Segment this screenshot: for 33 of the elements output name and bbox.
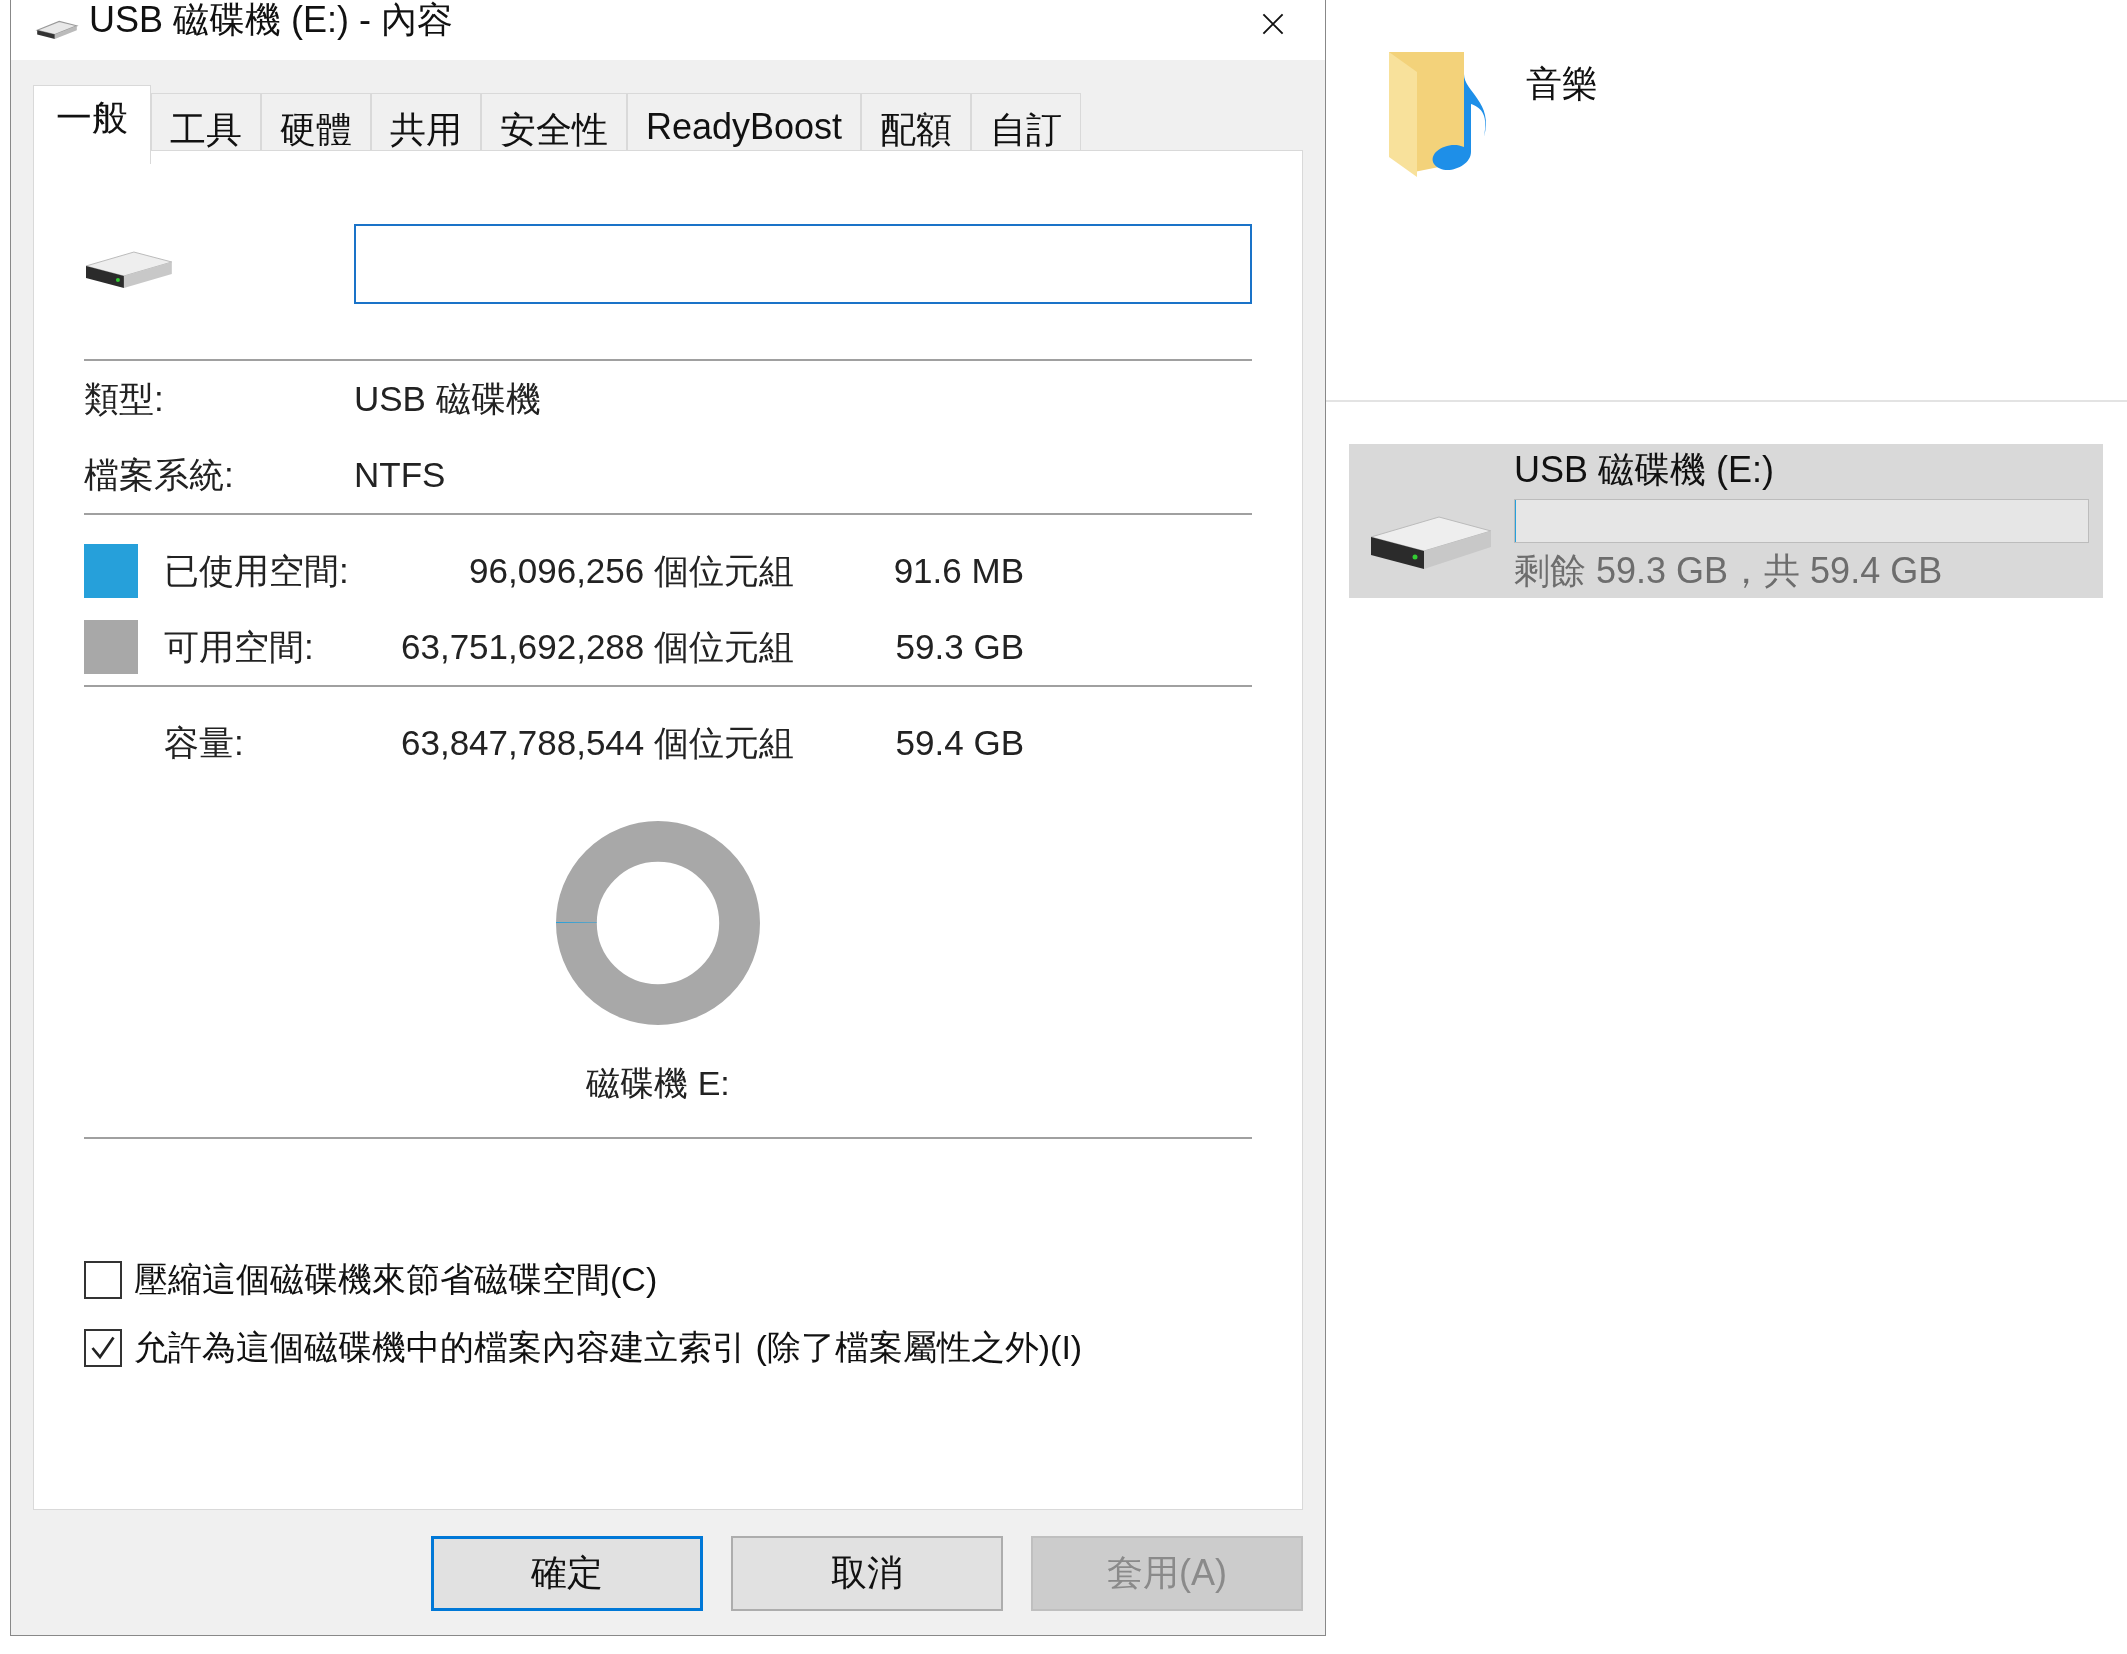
tab[interactable]: 工具	[151, 93, 261, 150]
tab[interactable]: 硬體	[261, 93, 371, 150]
byte-count: 96,096,256 個位元組	[468, 549, 794, 592]
drive-caption: 磁碟機 E:	[586, 1063, 730, 1104]
info-label: 類型:	[84, 377, 165, 420]
size-value: 59.3 GB	[894, 627, 1024, 667]
checkbox[interactable]	[84, 1261, 122, 1299]
free-space-text: 剩餘 59.3 GB，共 59.4 GB	[1514, 549, 1944, 593]
folder-name[interactable]: 音樂	[1526, 60, 1598, 109]
name-field[interactable]	[353, 224, 1252, 304]
drive-tile[interactable]: USB 磁碟機 (E:) 剩餘 59.3 GB，共 59.4 GB	[1349, 444, 2103, 598]
checkbox[interactable]	[84, 1329, 122, 1367]
size-value: 91.6 MB	[892, 551, 1024, 591]
info-value: NTFS	[354, 455, 446, 495]
byte-count: 63,751,692,288 個位元組	[400, 625, 794, 668]
info-label: 檔案系統:	[84, 453, 235, 496]
checkbox-label: 壓縮這個磁碟機來節省磁碟空間(C)	[134, 1259, 658, 1300]
drive-name: USB 磁碟機 (E:)	[1514, 448, 1775, 492]
tab[interactable]: 共用	[371, 93, 481, 150]
tab[interactable]: 一般	[33, 85, 151, 164]
tab[interactable]: 自訂	[971, 93, 1082, 150]
checkbox-label: 允許為這個磁碟機中的檔案內容建立索引 (除了檔案屬性之外)(I)	[134, 1327, 1083, 1368]
tab[interactable]: ReadyBoost	[627, 93, 862, 150]
tab[interactable]: 安全性	[481, 93, 627, 150]
space-label: 已使用空間:	[164, 549, 350, 592]
close-icon[interactable]	[1261, 12, 1285, 36]
dialog-button[interactable]: 取消	[731, 1536, 1003, 1611]
info-value: USB 磁碟機	[354, 377, 541, 420]
tab[interactable]: 配額	[861, 93, 972, 150]
window-title: USB 磁碟機 (E:) - 內容	[89, 0, 453, 40]
dialog-button[interactable]: 確定	[431, 1536, 703, 1611]
size-value: 59.4 GB	[894, 723, 1024, 763]
byte-count: 63,847,788,544 個位元組	[400, 721, 794, 764]
